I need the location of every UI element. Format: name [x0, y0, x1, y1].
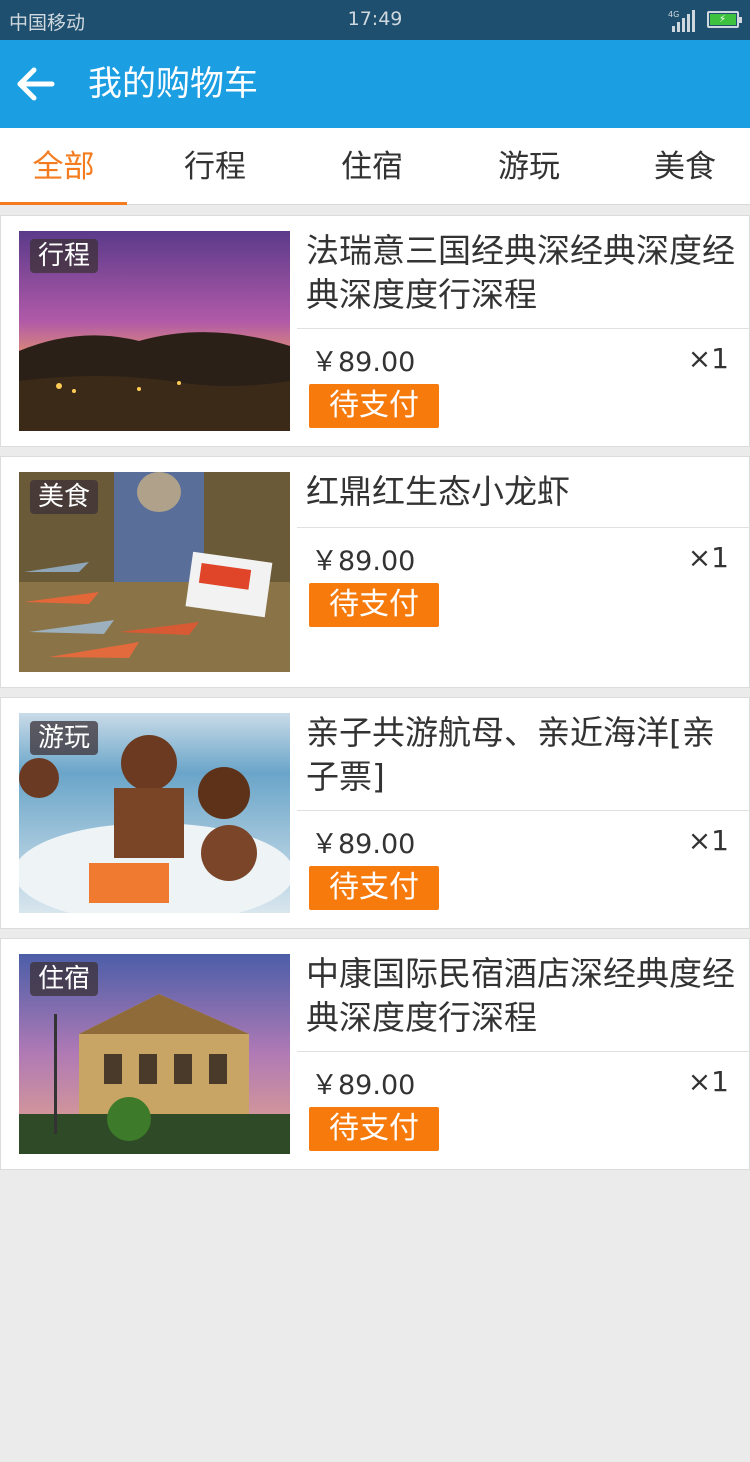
- cart-item[interactable]: 游玩 亲子共游航母、亲近海洋[亲子票] ￥89.00 ×1 待支付: [0, 697, 750, 929]
- item-quantity: ×1: [687, 824, 729, 857]
- tab-all[interactable]: 全部: [0, 128, 127, 205]
- pending-payment-button[interactable]: 待支付: [309, 384, 439, 428]
- item-price: ￥89.00: [311, 1070, 416, 1101]
- item-thumbnail: 行程: [19, 231, 290, 431]
- pending-payment-button[interactable]: 待支付: [309, 583, 439, 627]
- status-bar: 中国移动 17:49 4G ⚡: [0, 0, 750, 40]
- page-title: 我的购物车: [88, 64, 258, 104]
- tab-lodging[interactable]: 住宿: [307, 128, 437, 205]
- tab-itinerary[interactable]: 行程: [150, 128, 280, 205]
- cart-list: 行程 法瑞意三国经典深经典深度经典深度度行深程 ￥89.00 ×1 待支付 美食: [0, 215, 750, 1179]
- pending-payment-button[interactable]: 待支付: [309, 866, 439, 910]
- arrow-left-icon[interactable]: [14, 64, 58, 104]
- tab-food[interactable]: 美食: [620, 128, 750, 205]
- category-badge: 美食: [30, 480, 99, 514]
- status-time: 17:49: [347, 8, 403, 30]
- network-type: 4G: [668, 10, 680, 19]
- app-bar: 我的购物车: [0, 40, 750, 128]
- divider: [297, 1051, 750, 1052]
- item-name: 中康国际民宿酒店深经典度经典深度度行深程: [306, 954, 735, 1037]
- item-price: ￥89.00: [311, 546, 416, 577]
- category-badge: 行程: [30, 239, 99, 273]
- category-tabs: 全部 行程 住宿 游玩 美食: [0, 128, 750, 205]
- category-badge: 住宿: [30, 962, 99, 996]
- tab-play[interactable]: 游玩: [464, 128, 594, 205]
- item-thumbnail: 住宿: [19, 954, 290, 1154]
- item-name: 红鼎红生态小龙虾: [306, 472, 570, 511]
- item-quantity: ×1: [687, 1065, 729, 1098]
- category-badge: 游玩: [30, 721, 99, 755]
- item-thumbnail: 游玩: [19, 713, 290, 913]
- item-quantity: ×1: [687, 541, 729, 574]
- cart-item[interactable]: 行程 法瑞意三国经典深经典深度经典深度度行深程 ￥89.00 ×1 待支付: [0, 215, 750, 447]
- item-price: ￥89.00: [311, 829, 416, 860]
- item-name: 法瑞意三国经典深经典深度经典深度度行深程: [306, 231, 735, 314]
- item-quantity: ×1: [687, 342, 729, 375]
- divider: [297, 328, 750, 329]
- active-tab-indicator: [0, 202, 127, 205]
- divider: [297, 810, 750, 811]
- item-price: ￥89.00: [311, 347, 416, 378]
- item-thumbnail: 美食: [19, 472, 290, 672]
- pending-payment-button[interactable]: 待支付: [309, 1107, 439, 1151]
- signal-icon: 4G: [668, 10, 696, 32]
- item-name: 亲子共游航母、亲近海洋[亲子票]: [306, 713, 715, 796]
- divider: [297, 527, 750, 528]
- cart-item[interactable]: 住宿 中康国际民宿酒店深经典度经典深度度行深程 ￥89.00 ×1 待支付: [0, 938, 750, 1170]
- cart-item[interactable]: 美食 红鼎红生态小龙虾 ￥89.00 ×1 待支付: [0, 456, 750, 688]
- battery-charging-icon: ⚡: [707, 11, 742, 28]
